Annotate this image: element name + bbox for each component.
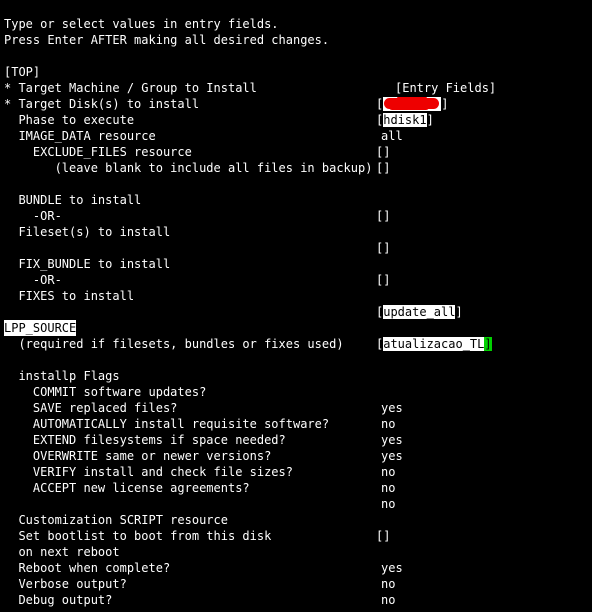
field-row-fixes[interactable]: FIXES to install [update_all] [0, 272, 592, 319]
field-row-fileset[interactable]: Fileset(s) to install [] [0, 208, 592, 255]
field-row-next-reboot[interactable]: on next reboot yes [0, 528, 592, 575]
field-value-verify[interactable]: no [381, 480, 395, 496]
instruction-line-1: Type or select values in entry fields. [0, 0, 592, 31]
note-row-exclude-files: (leave blank to include all files in bac… [0, 144, 592, 175]
field-row-target-disk[interactable]: * Target Disk(s) to install [hdisk1] [0, 80, 592, 127]
column-header-row: [TOP] [Entry Fields] [0, 48, 592, 95]
field-row-target-machine[interactable]: * Target Machine / Group to Install [] [0, 64, 592, 111]
field-label-debug-output: Debug output? [4, 593, 113, 607]
lpp-source-input[interactable]: atualizacao_TL [383, 337, 485, 351]
instruction-text-2: Press Enter AFTER making all desired cha… [4, 33, 330, 47]
field-row-verify[interactable]: VERIFY install and check file sizes? no [0, 448, 592, 495]
field-row-debug-output[interactable]: Debug output? no [0, 576, 592, 612]
separator-row-or-1: -OR- [0, 192, 592, 223]
note-exclude-files: (leave blank to include all files in bac… [4, 161, 373, 175]
instruction-line-2: Press Enter AFTER making all desired cha… [0, 16, 592, 47]
field-row-exclude-files[interactable]: EXCLUDE_FILES resource [] [0, 128, 592, 175]
field-row-commit[interactable]: COMMIT software updates? yes [0, 368, 592, 415]
field-row-phase[interactable]: Phase to execute all [0, 96, 592, 143]
field-row-extend[interactable]: EXTEND filesystems if space needed? yes [0, 416, 592, 463]
field-row-set-bootlist: Set bootlist to boot from this disk [0, 512, 592, 543]
separator-row-or-2: -OR- [0, 256, 592, 287]
field-row-automatically[interactable]: AUTOMATICALLY install requisite software… [0, 400, 592, 447]
field-value-verbose-output[interactable]: no [381, 592, 395, 608]
field-row-bundle[interactable]: BUNDLE to install [] [0, 176, 592, 223]
terminal-screen: Type or select values in entry fields. P… [0, 0, 592, 612]
field-label-fileset: Fileset(s) to install [4, 225, 171, 239]
field-row-reboot-complete[interactable]: Reboot when complete? no [0, 544, 592, 591]
field-row-overwrite[interactable]: OVERWRITE same or newer versions? no [0, 432, 592, 479]
field-value-exclude-files[interactable]: [] [376, 160, 390, 176]
field-row-save[interactable]: SAVE replaced files? no [0, 384, 592, 431]
field-row-customization-script[interactable]: Customization SCRIPT resource [] [0, 496, 592, 543]
field-value-debug-output[interactable]: no [381, 608, 395, 612]
section-heading-row-installp-flags: installp Flags [0, 352, 592, 383]
note-lpp-source: (required if filesets, bundles or fixes … [4, 337, 344, 351]
field-row-fix-bundle[interactable]: FIX_BUNDLE to install [] [0, 240, 592, 287]
field-label-accept: ACCEPT new license agreements? [4, 481, 250, 495]
field-value-lpp-source[interactable]: [atualizacao_TL] [376, 336, 492, 352]
text-cursor: ] [484, 337, 492, 351]
field-row-lpp-source[interactable]: LPP_SOURCE [atualizacao_TL] [0, 304, 592, 351]
field-label-fixes: FIXES to install [4, 289, 135, 303]
field-row-image-data[interactable]: IMAGE_DATA resource [] [0, 112, 592, 159]
field-row-accept[interactable]: ACCEPT new license agreements? no [0, 464, 592, 511]
field-row-verbose-output[interactable]: Verbose output? no [0, 560, 592, 607]
note-row-lpp-source: (required if filesets, bundles or fixes … [0, 320, 592, 351]
